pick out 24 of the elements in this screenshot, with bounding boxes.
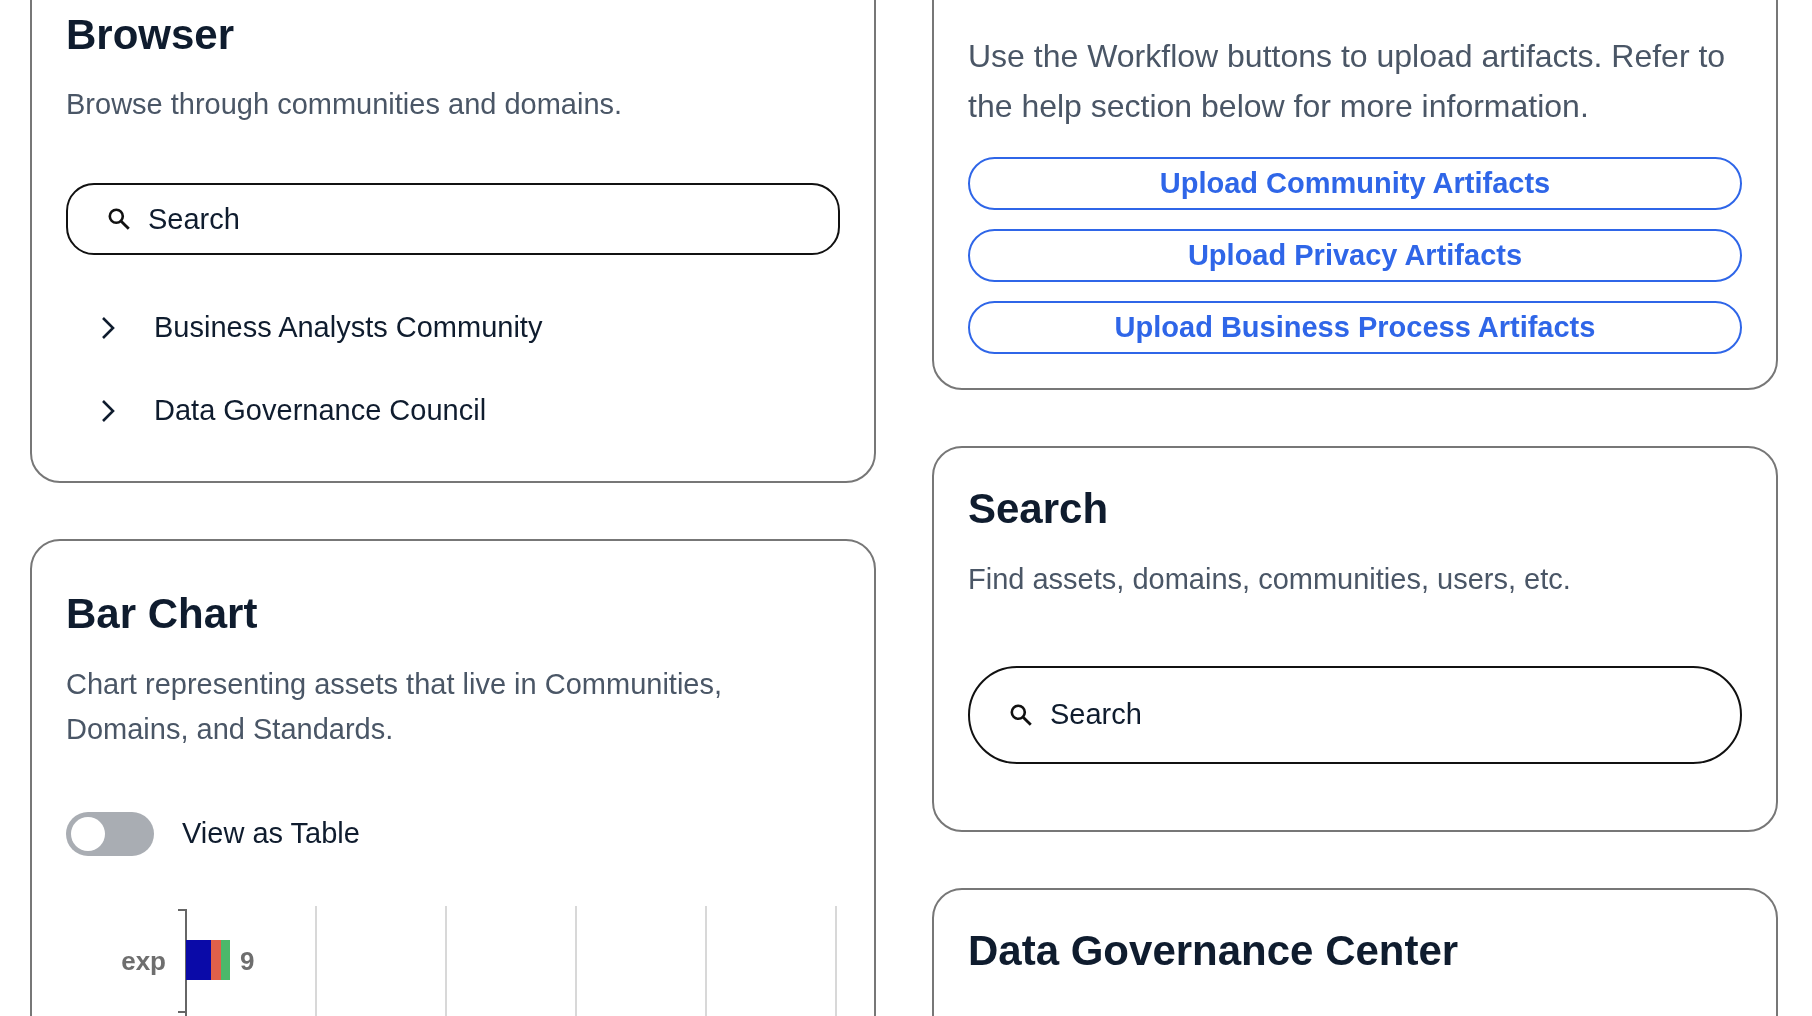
card-description: Use the Workflow buttons to upload artifacts. Refer to the help section below for more information. bbox=[968, 37, 1727, 126]
card-title: Bar Chart bbox=[66, 589, 259, 640]
card-title: Data Governance Center bbox=[968, 925, 1460, 976]
upload-button[interactable]: Upload Business Process Artifacts bbox=[968, 301, 1742, 355]
tree-item[interactable]: Data Governance Council bbox=[154, 394, 487, 428]
toggle-label: View as Table bbox=[182, 817, 360, 851]
card-description: Browse through communities and domains. bbox=[66, 87, 624, 123]
search-input[interactable]: Search bbox=[1048, 697, 1702, 732]
card-title: Search bbox=[968, 484, 1110, 535]
upload-button[interactable]: Upload Community Artifacts bbox=[968, 157, 1742, 211]
tree-item[interactable]: Business Analysts Community bbox=[154, 311, 543, 345]
card-description: Find assets, domains, communities, users, etc. bbox=[968, 561, 1572, 597]
upload-button[interactable]: Upload Privacy Artifacts bbox=[968, 229, 1742, 283]
toggle-switch[interactable] bbox=[66, 811, 154, 856]
category-label: exp bbox=[121, 945, 166, 976]
stacked-bar-drawing bbox=[186, 939, 230, 980]
search-field[interactable]: Search bbox=[66, 183, 840, 256]
value-label: 9 bbox=[240, 945, 255, 976]
search-input[interactable]: Search bbox=[146, 201, 800, 237]
chevron-icon[interactable] bbox=[100, 315, 116, 340]
card-title: Browser bbox=[66, 10, 236, 60]
chevron-icon[interactable] bbox=[100, 398, 116, 423]
search-field[interactable]: Search bbox=[968, 665, 1742, 764]
card-description: Chart representing assets that live in Communities, Domains, and Standards. bbox=[66, 666, 723, 747]
